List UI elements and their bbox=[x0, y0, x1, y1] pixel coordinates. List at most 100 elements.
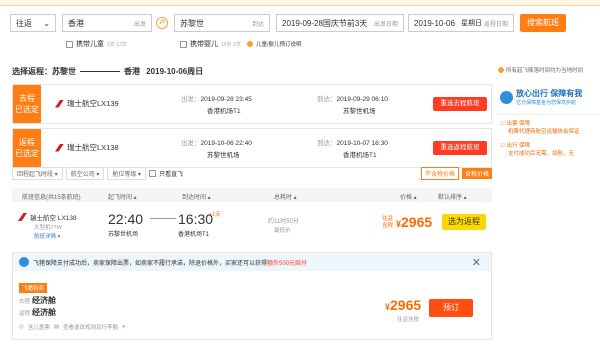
outbound-depart-airport: 香港机场T1 bbox=[207, 108, 241, 115]
row-aircraft: 大型机77W bbox=[34, 225, 62, 231]
row-arrive-airport: 香港机场T1 bbox=[178, 232, 210, 238]
guarantee-banner-highlight: 额外500元赔付 bbox=[267, 260, 308, 267]
infant-hint: 14天-2岁 bbox=[221, 41, 242, 48]
fare-detail-panel: 飞猪保障支付成功后，卖家保障出票，如卖家不履行承诺，除退价格外，买家还可以获得额… bbox=[12, 252, 492, 340]
airline-logo-icon bbox=[18, 213, 27, 221]
col-price[interactable]: 价格 ▴ bbox=[400, 192, 417, 201]
flight-detail-link[interactable]: 航班详情 ▾ bbox=[34, 232, 60, 240]
shield-icon bbox=[500, 90, 513, 104]
filter-cabin[interactable]: 舱位等级 ▾ bbox=[107, 166, 147, 180]
outbound-class-line: 去程 经济舱 bbox=[19, 295, 56, 306]
col-duration[interactable]: 总耗时 ▴ bbox=[274, 192, 297, 201]
outbound-arrive-airport: 苏黎世机场 bbox=[343, 108, 376, 115]
row-price: ¥2965 bbox=[396, 214, 432, 230]
header-from: 苏黎世 bbox=[52, 67, 76, 76]
row-airline: 瑞士航空 LX138 bbox=[18, 212, 77, 222]
tax-exclusive-toggle[interactable]: 不含税价格 bbox=[420, 166, 459, 180]
results-column-header: 航班信息(共15条航班) 起飞时间 ▴ 到达时间 ▴ 总耗时 ▴ 价格 ▴ 默认… bbox=[12, 188, 492, 202]
to-city-input[interactable]: 苏黎世 到达 bbox=[174, 14, 270, 32]
child-icon: ◎ bbox=[19, 324, 24, 330]
outbound-airline-name: 瑞士航空LX139 bbox=[67, 99, 119, 108]
outbound-tag: 去程 已选定 bbox=[13, 85, 41, 123]
inbound-arrive-time: 2019-10-07 16:30 bbox=[336, 140, 388, 147]
search-button[interactable]: 搜索航班 bbox=[520, 14, 566, 32]
flight-result-row: 瑞士航空 LX138 大型机77W 航班详情 ▾ 22:40 苏黎世机场 16:… bbox=[12, 206, 492, 248]
popup-price-note: 往返含税 bbox=[397, 317, 420, 323]
outbound-tag-line2: 已选定 bbox=[15, 105, 39, 114]
filter-airline[interactable]: 航空公司 ▾ bbox=[65, 166, 105, 180]
policy-link[interactable]: 儿童/婴儿预订说明 bbox=[256, 40, 302, 48]
inbound-arrive-label: 到达： bbox=[317, 140, 337, 147]
outbound-selected-card: 去程 已选定 瑞士航空LX139 出发：2019-09-28 23:45 香港机… bbox=[12, 84, 492, 124]
child-checkbox[interactable] bbox=[66, 40, 73, 48]
outbound-arrive-time: 2019-09-29 06:10 bbox=[336, 96, 388, 103]
outbound-tag-line1: 去程 bbox=[19, 94, 35, 103]
local-time-note: 所有起飞降落时间均为当地时间 bbox=[498, 66, 583, 74]
filter-bar: 回程起飞时段 ▾ 航空公司 ▾ 舱位等级 ▾ 只看直飞 不含税价格 含税价格 bbox=[12, 166, 492, 180]
from-hint: 出发 bbox=[133, 21, 146, 28]
guarantee-banner: 飞猪保障支付成功后，卖家保障出票，如卖家不履行承诺，除退价格外，买家还可以获得额… bbox=[13, 253, 491, 271]
guarantee-item-ticket: ☑ 出票 保障 机票代理商航空运输协会保证 bbox=[498, 114, 600, 139]
row-arrive-time: 16:30 bbox=[178, 211, 214, 227]
inbound-airline-name: 瑞士航空LX138 bbox=[67, 143, 119, 152]
from-city-input[interactable]: 香港 出发 bbox=[62, 14, 152, 32]
guarantee-item2-desc: 支付成功后无需，如航，无 bbox=[508, 151, 575, 157]
promo-icon: ● bbox=[122, 324, 126, 330]
filter-depart-period[interactable]: 回程起飞时段 ▾ bbox=[12, 166, 63, 180]
chevron-down-icon: ⌄ bbox=[43, 18, 50, 28]
airline-logo-icon bbox=[55, 143, 64, 152]
info-icon bbox=[247, 41, 254, 47]
row-airline-name: 瑞士航空 LX138 bbox=[30, 215, 77, 222]
infant-option[interactable]: 携带婴儿 14天-2岁 儿童/婴儿预订说明 bbox=[180, 39, 302, 49]
trip-type-value: 往返 bbox=[16, 18, 32, 28]
guarantee-banner-text: 飞猪保障支付成功后，卖家保障出票，如卖家不履行承诺，除退价格外，买家还可以获得 bbox=[33, 260, 268, 267]
shield-icon bbox=[19, 257, 29, 267]
direct-only-checkbox[interactable] bbox=[149, 169, 157, 177]
guarantee-header: 放心出行 保障有我 亿元保障基金为您保驾护航 bbox=[498, 84, 600, 110]
outbound-depart-time: 2019-09-28 23:45 bbox=[200, 96, 252, 103]
info-icon bbox=[498, 67, 504, 73]
trip-type-select[interactable]: 往返 ⌄ bbox=[10, 14, 56, 32]
col-sort[interactable]: 默认排序 ▴ bbox=[438, 192, 467, 201]
local-time-text: 所有起飞降落时间均为当地时间 bbox=[506, 68, 584, 74]
popup-price-value: 2965 bbox=[390, 297, 422, 313]
tax-inclusive-toggle[interactable]: 含税价格 bbox=[461, 167, 492, 179]
check-icon: ☑ bbox=[500, 143, 505, 149]
guarantee-item-travel: ☑ 出行 保障 支付成功后无需，如航，无 bbox=[498, 139, 600, 159]
child-option[interactable]: 携带儿童 2岁-12岁 bbox=[66, 39, 127, 49]
depart-date-input[interactable]: 2019-09-28 国庆节前3天 出发日期 bbox=[276, 14, 404, 32]
row-depart-airport: 苏黎世机场 bbox=[108, 232, 139, 238]
close-icon[interactable]: ✕ bbox=[472, 256, 481, 269]
outbound-arrive-label: 到达： bbox=[317, 96, 337, 103]
row-duration: 约11时50分 bbox=[268, 219, 299, 225]
row-price-value: 2965 bbox=[401, 214, 433, 230]
row-price-label-bottom: 含税 bbox=[382, 223, 394, 229]
select-return-button[interactable]: 选为返程 bbox=[442, 214, 486, 230]
fare-notes: ◎ 含儿童票 ▤ 查看退改规则及行李额 ● bbox=[19, 323, 125, 331]
col-flight-info: 航班信息(共15条航班) bbox=[22, 195, 81, 201]
col-arrive-time[interactable]: 到达时间 ▴ bbox=[182, 192, 211, 201]
swap-icon[interactable]: ⇄ bbox=[156, 17, 168, 29]
col-depart-time[interactable]: 起飞时间 ▴ bbox=[108, 192, 137, 201]
direct-only-label: 只看直飞 bbox=[159, 171, 184, 178]
guarantee-sidebar: 放心出行 保障有我 亿元保障基金为您保驾护航 ☑ 出票 保障 机票代理商航空运输… bbox=[498, 84, 600, 159]
inbound-arrive-airport: 香港机场T1 bbox=[343, 152, 377, 159]
fare-rules-link[interactable]: 查看退改规则及行李额 bbox=[63, 323, 118, 331]
return-date-input[interactable]: 2019-10-06 星期日 返程日期 bbox=[408, 14, 514, 32]
inbound-depart: 出发：2019-10-06 22:40 苏黎世机场 bbox=[181, 137, 252, 159]
reselect-inbound-button[interactable]: 重选返程航班 bbox=[433, 141, 487, 155]
return-weekday: 星期日 bbox=[460, 20, 482, 27]
to-hint: 到达 bbox=[251, 21, 264, 28]
reselect-outbound-button[interactable]: 重选去程航班 bbox=[433, 97, 487, 111]
depart-hint: 出发日期 bbox=[373, 21, 398, 28]
row-price-label-top: 往返 bbox=[382, 216, 394, 222]
outbound-depart: 出发：2019-09-28 23:45 香港机场T1 bbox=[181, 93, 252, 115]
infant-checkbox[interactable] bbox=[180, 40, 187, 48]
return-date-value: 2019-10-06 bbox=[414, 18, 455, 28]
airline-logo-icon bbox=[55, 99, 64, 108]
inbound-depart-time: 2019-10-06 22:40 bbox=[200, 140, 252, 147]
header-label: 选择返程： bbox=[12, 67, 52, 76]
search-panel: 往返 ⌄ 香港 出发 ⇄ 苏黎世 到达 2019-09-28 国庆节前3天 出发… bbox=[0, 6, 600, 60]
book-button[interactable]: 预订 bbox=[429, 299, 473, 317]
inbound-airline: 瑞士航空LX138 bbox=[55, 142, 119, 153]
